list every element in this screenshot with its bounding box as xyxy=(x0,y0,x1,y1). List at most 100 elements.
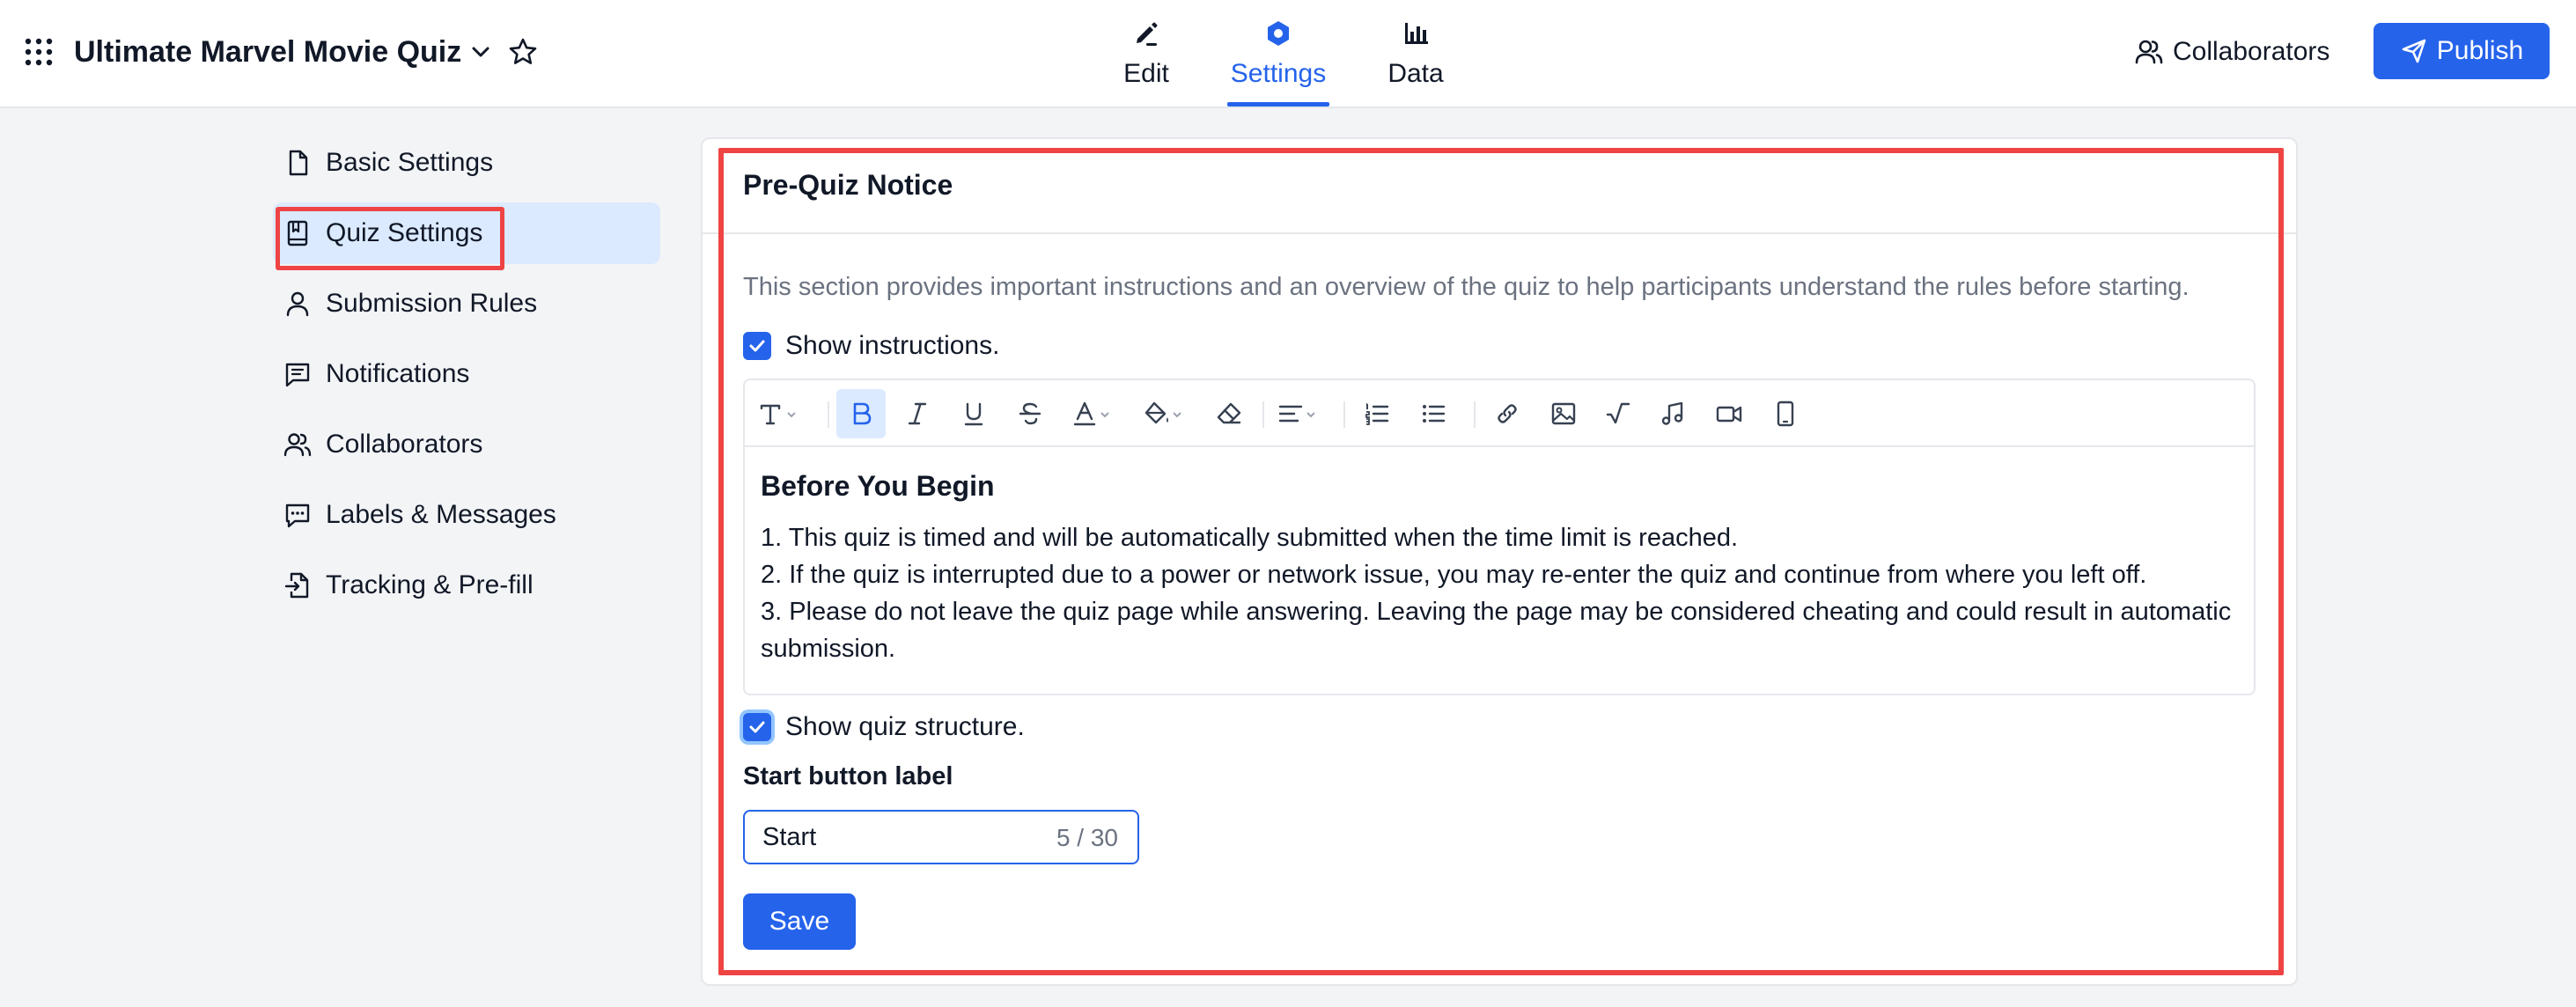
message-icon xyxy=(285,363,310,387)
settings-icon xyxy=(1268,21,1289,46)
app-grid-icon[interactable] xyxy=(23,36,55,68)
chat-icon xyxy=(285,504,310,528)
square-root-icon xyxy=(1606,402,1630,424)
sidebar-item-submission-rules[interactable]: Submission Rules xyxy=(273,273,660,334)
users-icon xyxy=(2135,40,2163,64)
sidebar-item-tracking-prefill[interactable]: Tracking & Pre-fill xyxy=(273,555,660,616)
italic-button[interactable] xyxy=(893,389,942,438)
link-icon xyxy=(1498,404,1517,423)
bar-chart-icon xyxy=(1405,23,1428,44)
sidebar-item-label: Submission Rules xyxy=(326,289,538,318)
toolbar-separator xyxy=(1343,401,1345,428)
sidebar-item-label: Basic Settings xyxy=(326,148,494,177)
tab-settings-label: Settings xyxy=(1230,59,1327,88)
caret-down-icon xyxy=(1173,412,1181,418)
sidebar-item-label: Quiz Settings xyxy=(326,218,483,247)
star-icon[interactable] xyxy=(507,36,539,68)
collaborators-button[interactable]: Collaborators xyxy=(2134,30,2337,74)
bullet-list-button[interactable] xyxy=(1409,389,1458,438)
publish-button[interactable]: Publish xyxy=(2374,23,2550,79)
align-dropdown[interactable] xyxy=(1271,389,1321,438)
toolbar-separator xyxy=(828,401,829,428)
file-import-icon xyxy=(284,572,309,599)
instruction-line-1: 1. This quiz is timed and will be automa… xyxy=(761,524,1739,552)
tab-data[interactable]: Data xyxy=(1384,0,1447,107)
tab-data-label: Data xyxy=(1387,59,1444,88)
text-style-dropdown[interactable] xyxy=(752,389,801,438)
formula-button[interactable] xyxy=(1593,389,1643,438)
active-tab-indicator xyxy=(1227,102,1329,107)
checkmark-icon xyxy=(749,340,765,352)
sidebar-item-basic-settings[interactable]: Basic Settings xyxy=(273,132,660,194)
start-button-label-input[interactable] xyxy=(762,812,1027,863)
sidebar-item-label: Collaborators xyxy=(326,430,483,459)
show-instructions-label: Show instructions. xyxy=(785,331,1000,360)
character-count: 5 / 30 xyxy=(1056,824,1118,851)
sidebar-item-label: Tracking & Pre-fill xyxy=(326,570,534,599)
sidebar-item-quiz-settings[interactable]: Quiz Settings xyxy=(273,202,660,264)
audio-button[interactable] xyxy=(1648,389,1697,438)
paint-bucket-icon xyxy=(1144,401,1168,424)
highlight-color-dropdown[interactable] xyxy=(1137,389,1187,438)
tab-settings[interactable]: Settings xyxy=(1227,0,1329,107)
bold-icon xyxy=(853,402,872,425)
editor-heading: Before You Begin xyxy=(761,470,995,502)
sidebar-item-collaborators[interactable]: Collaborators xyxy=(273,414,660,475)
tab-edit[interactable]: Edit xyxy=(1118,0,1174,107)
sidebar-item-notifications[interactable]: Notifications xyxy=(273,343,660,405)
toolbar-separator xyxy=(1474,401,1476,428)
strikethrough-button[interactable] xyxy=(1005,389,1055,438)
start-button-label-field[interactable]: 5 / 30 xyxy=(743,810,1139,864)
ordered-list-icon xyxy=(1365,403,1389,425)
caret-down-icon xyxy=(1100,412,1109,418)
link-button[interactable] xyxy=(1483,389,1532,438)
show-instructions-checkbox[interactable] xyxy=(743,332,771,360)
text-color-icon xyxy=(1073,401,1096,426)
ordered-list-button[interactable] xyxy=(1352,389,1402,438)
edit-icon xyxy=(1137,22,1158,46)
mobile-preview-button[interactable] xyxy=(1761,389,1810,438)
file-icon xyxy=(289,150,308,176)
collaborators-label: Collaborators xyxy=(2173,37,2330,66)
editor-toolbar xyxy=(745,380,2254,447)
image-button[interactable] xyxy=(1539,389,1588,438)
mobile-icon xyxy=(1777,401,1794,427)
user-icon xyxy=(286,291,309,317)
rich-text-editor: Before You Begin 1. This quiz is timed a… xyxy=(743,379,2256,695)
underline-button[interactable] xyxy=(949,389,998,438)
strikethrough-icon xyxy=(1019,402,1041,425)
card-description: This section provides important instruct… xyxy=(743,273,2190,301)
caret-down-icon xyxy=(1306,412,1315,418)
image-icon xyxy=(1551,402,1576,425)
bullet-list-icon xyxy=(1423,405,1446,423)
quiz-book-icon xyxy=(287,220,308,246)
start-button-label-heading: Start button label xyxy=(743,762,953,790)
clear-format-button[interactable] xyxy=(1204,389,1254,438)
video-camera-icon xyxy=(1716,406,1742,423)
sidebar-item-labels-messages[interactable]: Labels & Messages xyxy=(273,484,660,546)
editor-content[interactable]: Before You Begin 1. This quiz is timed a… xyxy=(761,468,2238,667)
caret-down-icon xyxy=(787,412,796,418)
italic-icon xyxy=(908,402,927,425)
card-title: Pre-Quiz Notice xyxy=(743,169,953,201)
publish-label: Publish xyxy=(2436,36,2524,65)
music-note-icon xyxy=(1661,401,1683,425)
video-button[interactable] xyxy=(1704,389,1754,438)
users-icon xyxy=(283,433,312,457)
text-type-icon xyxy=(760,404,781,425)
show-structure-checkbox[interactable] xyxy=(743,713,771,741)
sidebar-item-label: Labels & Messages xyxy=(326,500,556,529)
chevron-down-icon[interactable] xyxy=(467,39,494,65)
eraser-icon xyxy=(1217,402,1241,424)
instruction-line-3: 3. Please do not leave the quiz page whi… xyxy=(761,598,2232,663)
underline-icon xyxy=(964,402,983,426)
send-icon xyxy=(2402,39,2426,63)
save-button[interactable]: Save xyxy=(743,893,856,950)
checkmark-icon xyxy=(749,721,765,733)
show-structure-label: Show quiz structure. xyxy=(785,712,1025,741)
top-header: Ultimate Marvel Movie Quiz Edit Settings… xyxy=(0,0,2576,108)
text-color-dropdown[interactable] xyxy=(1065,389,1115,438)
bold-button[interactable] xyxy=(836,389,886,438)
toolbar-separator xyxy=(1262,401,1264,428)
tab-edit-label: Edit xyxy=(1123,59,1169,88)
